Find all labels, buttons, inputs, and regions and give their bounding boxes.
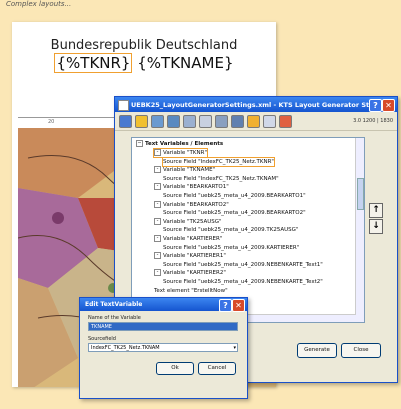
ok-button[interactable]: Ok [156, 362, 194, 375]
tree-item[interactable]: Source Field "uebk25_meta_u4_2009.BEARKA… [163, 192, 306, 200]
map-fields: {%TKNR} {%TKNAME} [12, 53, 276, 73]
grid-icon[interactable] [199, 114, 212, 128]
collapse-icon[interactable]: - [154, 217, 161, 225]
window-titlebar[interactable]: UEBK25_LayoutGeneratorSettings.xml - KTS… [115, 97, 397, 112]
generate-button[interactable]: Generate [297, 343, 337, 358]
tree-item[interactable]: - Variable "KARTIERER" [154, 235, 222, 243]
collapse-icon[interactable]: - [154, 200, 161, 208]
close-button[interactable]: Close [341, 343, 381, 358]
dialog-close-icon[interactable]: ✕ [232, 299, 245, 312]
variables-tree[interactable]: − Text Variables / Elements - Variable "TK… [131, 137, 365, 323]
collapse-icon[interactable]: - [154, 149, 161, 156]
tree-item[interactable]: - Variable "TKNR" [153, 148, 208, 158]
dialog-title: Edit TextVariable [85, 301, 143, 308]
sourcefield-label: Sourcefield [88, 336, 116, 342]
name-label: Name of the Variable [88, 315, 141, 321]
tree-item[interactable]: - Variable "BEARKARTO1" [154, 183, 229, 191]
tree-item[interactable]: Source Field "uebk25_meta_u4_2009.KARTIE… [163, 244, 299, 252]
variable-name-input[interactable]: TKNAME [88, 322, 238, 331]
caption: Complex layouts... [6, 0, 72, 8]
move-down-button[interactable]: ↓ [369, 219, 383, 234]
tree-item[interactable]: Source Field "uebk25_meta_u4_2009.TK25AU… [163, 226, 298, 234]
toolbar: 3.0 1200 | 1830 [115, 112, 397, 131]
edit-text-variable-dialog: Edit TextVariable ? ✕ Name of the Variab… [79, 297, 248, 399]
tree-item[interactable]: Source Field "uebk25_meta_u4_2009.NEBENK… [163, 278, 323, 286]
tree-item[interactable]: Source Field "uebk25_meta_u4_2009.NEBENK… [163, 261, 323, 269]
variable-icon[interactable] [151, 114, 164, 128]
map-title: Bundesrepublik Deutschland [50, 38, 238, 53]
map-field-tknr: {%TKNR} [54, 53, 133, 73]
tree-root[interactable]: − Text Variables / Elements [136, 140, 223, 148]
element-icon[interactable] [183, 114, 196, 128]
map-field-tkname: {%TKNAME} [137, 54, 234, 72]
coordinate-readout: 3.0 1200 | 1830 [353, 118, 393, 124]
dialog-help-button[interactable]: ? [219, 299, 232, 312]
tree-item[interactable]: Source Field "uebk25_meta_u4_2009.BEARKA… [163, 209, 306, 217]
tree-vertical-scrollbar[interactable] [355, 138, 364, 322]
settings-icon[interactable] [119, 114, 132, 128]
delete-icon[interactable] [279, 114, 292, 128]
tree-item[interactable]: Source Field "IndexFC_TK25_Netz.TKNR" [162, 156, 275, 167]
text-icon[interactable] [167, 114, 180, 128]
collapse-icon[interactable]: - [154, 269, 161, 277]
collapse-icon[interactable]: − [136, 140, 143, 147]
sourcefield-select[interactable]: IndexFC_TK25_Netz.TKNAM ▾ [88, 343, 238, 352]
tree-item[interactable]: - Variable "KARTIERER1" [154, 252, 226, 260]
tree-item[interactable]: - Variable "KARTIERER2" [154, 269, 226, 277]
cancel-button[interactable]: Cancel [198, 362, 236, 375]
move-up-button[interactable]: ↑ [369, 203, 383, 218]
dialog-titlebar[interactable]: Edit TextVariable ? ✕ [80, 298, 247, 312]
tree-item[interactable]: - Variable "TKNAME" [154, 166, 215, 174]
frame-icon[interactable] [231, 114, 244, 128]
tree-item[interactable]: - Variable "TK25AUSG" [154, 217, 222, 226]
folder-icon[interactable] [135, 114, 148, 128]
diamond-icon[interactable] [247, 114, 260, 128]
help-button[interactable]: ? [369, 99, 382, 112]
collapse-icon[interactable]: - [154, 166, 161, 174]
ruler-tick: 20 [48, 119, 55, 125]
tree-item[interactable]: Text element "ErstelltNow" [154, 287, 228, 295]
collapse-icon[interactable]: - [154, 183, 161, 191]
page-icon[interactable] [263, 114, 276, 128]
tree-item[interactable]: Source Field "IndexFC_TK25_Netz.TKNAM" [163, 175, 279, 183]
layout-icon[interactable] [215, 114, 228, 128]
collapse-icon[interactable]: - [154, 235, 161, 242]
scroll-thumb[interactable] [357, 178, 364, 210]
tree-item[interactable]: - Variable "BEARKARTO2" [154, 200, 229, 209]
app-icon [118, 100, 129, 111]
chevron-down-icon[interactable]: ▾ [233, 344, 236, 353]
close-icon[interactable]: ✕ [382, 99, 395, 112]
window-title: UEBK25_LayoutGeneratorSettings.xml - KTS… [131, 100, 381, 109]
collapse-icon[interactable]: - [154, 252, 161, 260]
